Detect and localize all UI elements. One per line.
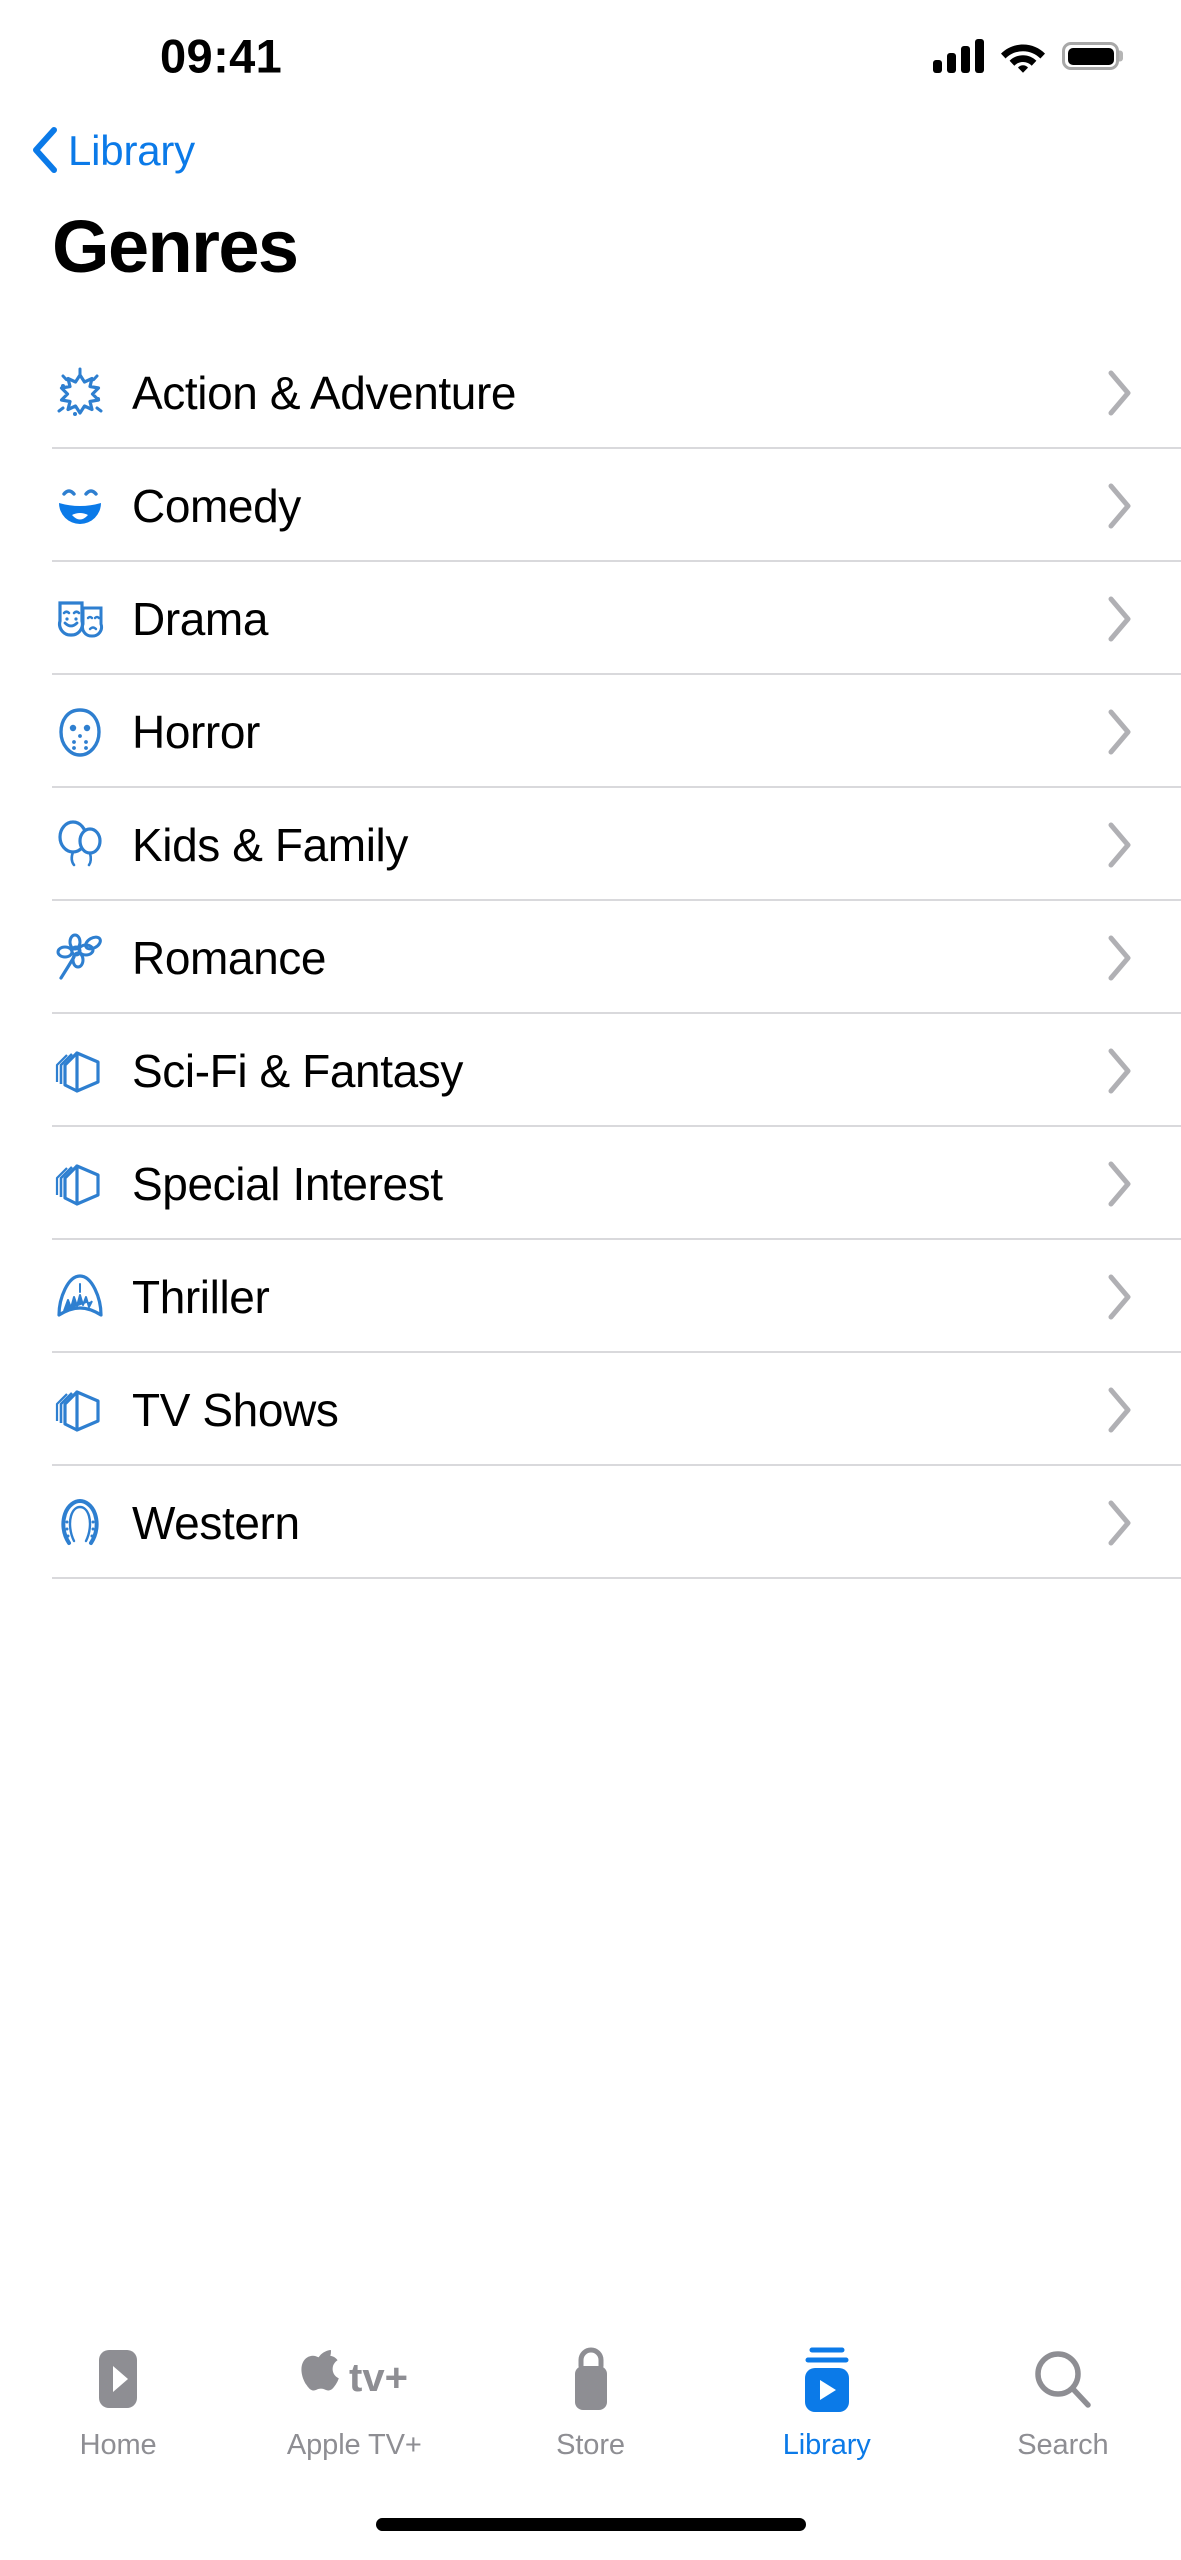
genre-row[interactable]: Horror bbox=[0, 675, 1181, 788]
apple-tv-plus-icon: tv+ bbox=[294, 2342, 414, 2418]
shark-icon bbox=[52, 1269, 108, 1325]
genre-row-label: Comedy bbox=[132, 479, 301, 532]
shopping-bag-icon bbox=[559, 2342, 623, 2418]
chevron-right-icon bbox=[1107, 370, 1141, 416]
genre-row[interactable]: Western bbox=[0, 1466, 1181, 1579]
navigation-bar: Library bbox=[0, 112, 1181, 190]
chevron-right-icon bbox=[1107, 1500, 1141, 1546]
chevron-right-icon bbox=[1107, 709, 1141, 755]
status-bar-time: 09:41 bbox=[160, 29, 283, 83]
tab-bar: Home tv+ Apple TV+ Store Library Search bbox=[0, 2320, 1181, 2488]
genre-row-label: Romance bbox=[132, 931, 327, 984]
app-screen: 09:41 Library Genres Action & Adventure … bbox=[0, 0, 1181, 2560]
starburst-icon bbox=[52, 365, 108, 421]
home-indicator-area bbox=[0, 2488, 1181, 2560]
home-indicator[interactable] bbox=[375, 2517, 806, 2531]
genre-row[interactable]: TV Shows bbox=[0, 1353, 1181, 1466]
genre-list: Action & Adventure Comedy Drama Horror K… bbox=[0, 334, 1181, 1579]
play-rect-icon bbox=[86, 2342, 150, 2418]
chevron-right-icon bbox=[1107, 935, 1141, 981]
page-title: Genres bbox=[52, 204, 299, 288]
chevron-right-icon bbox=[1107, 822, 1141, 868]
genre-row[interactable]: Romance bbox=[0, 901, 1181, 1014]
genre-row-label: Horror bbox=[132, 705, 260, 758]
layered-cube-icon bbox=[52, 1156, 108, 1212]
chevron-right-icon bbox=[1107, 1161, 1141, 1207]
genre-row[interactable]: Comedy bbox=[0, 449, 1181, 562]
wifi-icon bbox=[1001, 40, 1045, 73]
tab-item-label: Store bbox=[556, 2429, 625, 2461]
library-icon bbox=[793, 2342, 861, 2418]
chevron-left-icon bbox=[30, 126, 58, 177]
battery-full-icon bbox=[1062, 42, 1119, 70]
tab-item-label: Apple TV+ bbox=[286, 2429, 422, 2461]
tab-item-label: Home bbox=[79, 2429, 157, 2461]
theater-masks-icon bbox=[52, 591, 108, 647]
laughing-face-icon bbox=[52, 478, 108, 534]
cellular-signal-icon bbox=[933, 39, 984, 73]
tab-item-store[interactable]: Store bbox=[472, 2342, 708, 2462]
genre-row-label: Western bbox=[132, 1496, 300, 1549]
layered-cube-icon bbox=[52, 1382, 108, 1438]
tab-item-home[interactable]: Home bbox=[0, 2342, 236, 2462]
hockey-mask-icon bbox=[52, 704, 108, 760]
genre-row[interactable]: Sci-Fi & Fantasy bbox=[0, 1014, 1181, 1127]
tab-item-apple-tv[interactable]: tv+ Apple TV+ bbox=[236, 2342, 472, 2462]
status-bar: 09:41 bbox=[0, 0, 1181, 112]
chevron-right-icon bbox=[1107, 596, 1141, 642]
chevron-right-icon bbox=[1107, 1274, 1141, 1320]
tab-item-library[interactable]: Library bbox=[709, 2342, 945, 2462]
chevron-right-icon bbox=[1107, 1387, 1141, 1433]
genre-row-label: Action & Adventure bbox=[132, 366, 517, 419]
genre-row[interactable]: Action & Adventure bbox=[0, 336, 1181, 449]
tab-item-search[interactable]: Search bbox=[945, 2342, 1181, 2462]
genre-row-label: Drama bbox=[132, 592, 269, 645]
genre-row[interactable]: Thriller bbox=[0, 1240, 1181, 1353]
genre-row-label: Thriller bbox=[132, 1270, 270, 1323]
chevron-right-icon bbox=[1107, 1048, 1141, 1094]
back-button[interactable]: Library bbox=[30, 126, 195, 177]
balloons-icon bbox=[52, 817, 108, 873]
status-bar-indicators bbox=[933, 39, 1119, 73]
genre-row-label: TV Shows bbox=[132, 1383, 339, 1436]
flower-icon bbox=[52, 930, 108, 986]
genre-row-label: Sci-Fi & Fantasy bbox=[132, 1044, 464, 1097]
magnifier-icon bbox=[1030, 2342, 1096, 2418]
tab-item-label: Library bbox=[782, 2429, 871, 2461]
tab-item-label: Search bbox=[1017, 2429, 1109, 2461]
chevron-right-icon bbox=[1107, 483, 1141, 529]
svg-text:tv+: tv+ bbox=[349, 2356, 408, 2400]
genre-row-label: Kids & Family bbox=[132, 818, 408, 871]
horseshoe-icon bbox=[52, 1495, 108, 1551]
genre-row[interactable]: Drama bbox=[0, 562, 1181, 675]
genre-row[interactable]: Special Interest bbox=[0, 1127, 1181, 1240]
genre-row[interactable]: Kids & Family bbox=[0, 788, 1181, 901]
layered-cube-icon bbox=[52, 1043, 108, 1099]
back-button-label: Library bbox=[68, 127, 195, 174]
genre-row-label: Special Interest bbox=[132, 1157, 443, 1210]
